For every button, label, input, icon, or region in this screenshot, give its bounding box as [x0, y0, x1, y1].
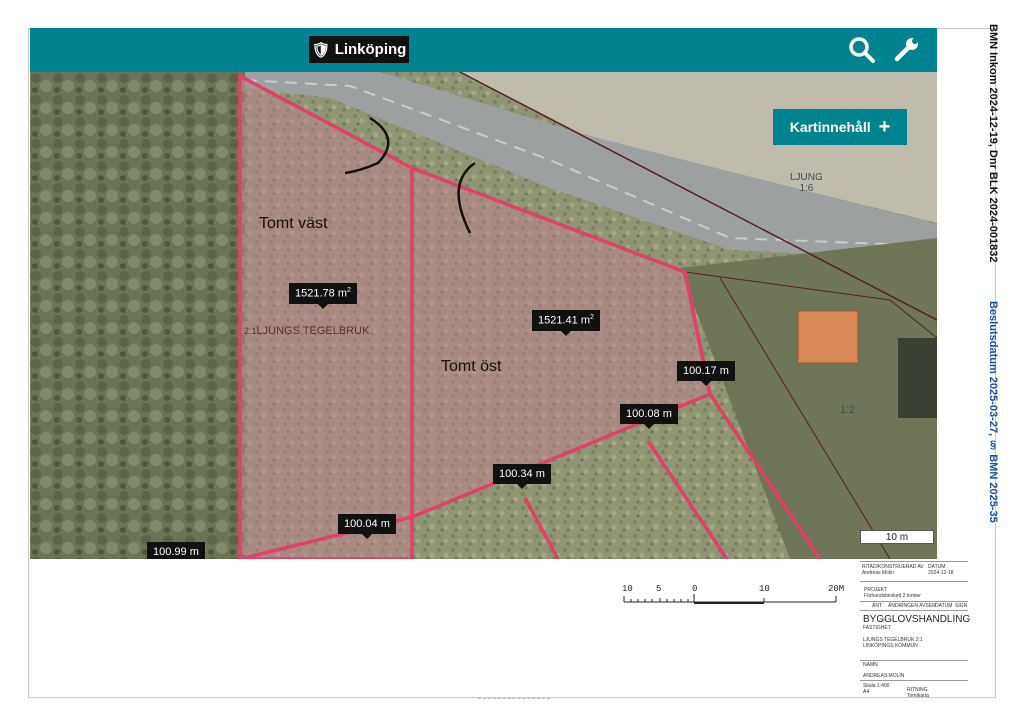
plus-icon: + [878, 116, 891, 138]
road-label: LJUNG 1:6 [790, 172, 823, 194]
crest-icon: 🛡 [311, 41, 331, 59]
title-block: RITAD/KONSTRUERAD AV DATUM Andreas Molin… [860, 561, 971, 701]
stamp: BMN Inkom 2024-12-19, Dnr BLK 2024-00183… [966, 24, 1016, 584]
building-shadow [898, 338, 937, 418]
drawing-scale-bar: 10 5 0 10 20M [620, 584, 844, 614]
map-canvas [30, 28, 937, 559]
map-view[interactable]: 🛡 Linköping Kartinnehåll + LJUNG 1:6 1:2… [30, 28, 937, 559]
area-label: 1521.78 m2 [289, 283, 357, 309]
forest-area [30, 28, 245, 559]
stage-label: BYGGLOVSHANDLING [863, 614, 971, 625]
stamp-beslut: Beslutsdatum 2025-03-27, § BMN 2025-35 [987, 301, 999, 523]
house-roof [797, 310, 859, 364]
app-header: 🛡 Linköping [30, 28, 937, 72]
measurement-label: 100.99 m [147, 542, 205, 559]
property-label: 2:1LJUNGS TEGELBRUK [244, 325, 370, 337]
measurement-label: 100.08 m [620, 404, 678, 429]
measurement-label: 100.17 m [677, 361, 735, 386]
map-content-label: Kartinnehåll [789, 119, 871, 135]
logo-text: Linköping [334, 41, 407, 58]
plot-name-east: Tomt öst [441, 358, 502, 375]
area-label: 1521.41 m2 [532, 310, 600, 336]
measurement-label: 100.34 m [493, 464, 551, 489]
stamp-inkom: BMN Inkom 2024-12-19, Dnr BLK 2024-00183… [987, 24, 999, 263]
map-content-button[interactable]: Kartinnehåll + [773, 109, 907, 145]
linkoping-logo[interactable]: 🛡 Linköping [309, 36, 409, 63]
fold-mark [478, 698, 550, 707]
search-icon[interactable] [846, 34, 878, 66]
map-scale-box: 10 m [860, 530, 934, 544]
parcel-label: 1:2 [840, 404, 856, 416]
measurement-label: 100.04 m [338, 514, 396, 539]
plot-name-west: Tomt väst [259, 215, 328, 232]
wrench-icon[interactable] [890, 34, 922, 66]
